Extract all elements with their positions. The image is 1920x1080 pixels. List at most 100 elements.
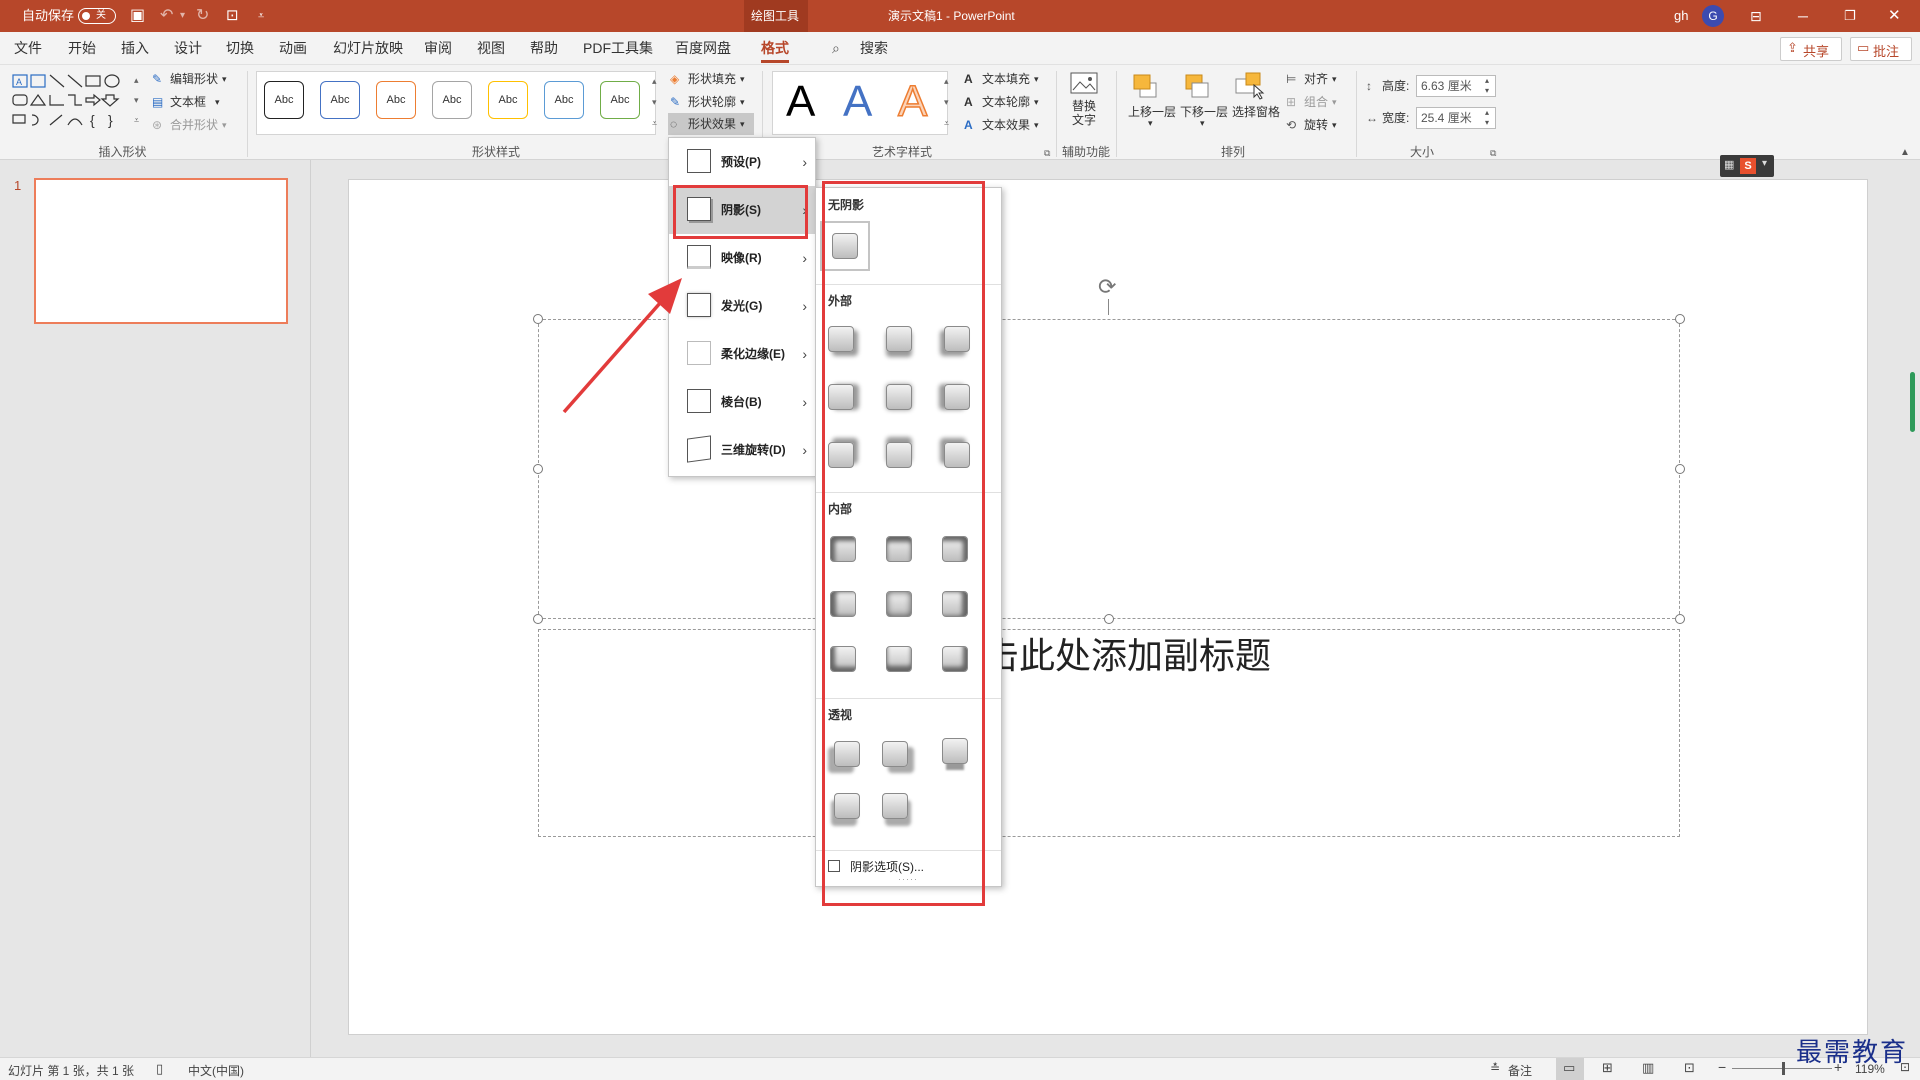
close-icon[interactable]: ✕ xyxy=(1888,0,1901,32)
tab-review[interactable]: 审阅 xyxy=(424,32,452,65)
rotate-button[interactable]: 旋转 xyxy=(1304,115,1328,135)
zoom-slider-thumb[interactable] xyxy=(1782,1062,1785,1075)
tab-home[interactable]: 开始 xyxy=(68,32,96,65)
resize-handle[interactable] xyxy=(1675,314,1685,324)
minimize-icon[interactable]: ─ xyxy=(1798,0,1808,32)
send-backward-button[interactable]: 下移一层 ▾ xyxy=(1180,71,1230,141)
menu-item-soft-edges[interactable]: 柔化边缘(E) › xyxy=(669,330,815,378)
tab-slideshow[interactable]: 幻灯片放映 xyxy=(333,32,403,65)
search-box[interactable]: 搜索 xyxy=(860,32,888,65)
tab-baidu-netdisk[interactable]: 百度网盘 xyxy=(675,32,731,65)
style-preset-gray[interactable]: Abc xyxy=(432,81,472,119)
tab-help[interactable]: 帮助 xyxy=(530,32,558,65)
menu-item-bevel[interactable]: 棱台(B) › xyxy=(669,378,815,426)
group-button[interactable]: 组合 xyxy=(1304,92,1328,112)
resize-handle[interactable] xyxy=(533,464,543,474)
height-field[interactable]: 6.63 厘米 ▴ ▾ xyxy=(1416,75,1496,97)
edit-shape-button[interactable]: 编辑形状 xyxy=(170,69,218,89)
merge-shapes-button[interactable]: 合并形状 xyxy=(170,115,218,135)
text-effects-button[interactable]: 文本效果 xyxy=(982,115,1030,135)
undo-dropdown-icon[interactable]: ▾ xyxy=(180,0,185,32)
shape-effects-button[interactable]: ◌ 形状效果 ▾ xyxy=(668,113,754,135)
restore-icon[interactable]: ❐ xyxy=(1844,0,1856,32)
resize-handle[interactable] xyxy=(533,314,543,324)
text-outline-button[interactable]: 文本轮廓 xyxy=(982,92,1030,112)
selection-pane-button[interactable]: 选择窗格 xyxy=(1232,71,1282,141)
slide-sorter-icon[interactable]: ⊞ xyxy=(1602,1060,1613,1076)
style-preset-blue[interactable]: Abc xyxy=(320,81,360,119)
shape-outline-button[interactable]: 形状轮廓 xyxy=(688,92,736,112)
wordart-scroll-icon[interactable]: ▴ ▾ ⩡ xyxy=(944,71,949,128)
menu-item-3d-rotation[interactable]: 三维旋转(D) › xyxy=(669,426,815,474)
tab-insert[interactable]: 插入 xyxy=(121,32,149,65)
menu-item-preset[interactable]: 预设(P) › xyxy=(669,138,815,186)
style-preset-green[interactable]: Abc xyxy=(600,81,640,119)
align-button[interactable]: 对齐 xyxy=(1304,69,1328,89)
style-gallery-scroll-icon[interactable]: ▴ ▾ ⩡ xyxy=(652,71,657,128)
search-icon[interactable]: ⌕ xyxy=(832,32,840,65)
height-spinner-icon[interactable]: ▴ ▾ xyxy=(1485,76,1489,96)
chevron-down-icon[interactable]: ▾ xyxy=(1034,92,1039,112)
redo-icon[interactable]: ↻ xyxy=(196,0,209,32)
save-icon[interactable]: ▣ xyxy=(130,0,145,32)
comments-button[interactable]: ▭ 批注 xyxy=(1850,37,1912,61)
wordart-blue[interactable]: A xyxy=(843,77,872,127)
spellcheck-icon[interactable]: ▯ xyxy=(156,1061,163,1077)
chevron-down-icon[interactable]: ▾ xyxy=(222,115,227,135)
slide-thumbnail[interactable] xyxy=(34,178,288,324)
share-button[interactable]: ⇪ 共享 xyxy=(1780,37,1842,61)
subtitle-placeholder[interactable]: 单击此处添加副标题 xyxy=(538,629,1680,837)
chevron-down-icon[interactable]: ▾ xyxy=(222,69,227,89)
chevron-down-icon[interactable]: ▾ xyxy=(215,92,220,112)
shape-fill-button[interactable]: 形状填充 xyxy=(688,69,736,89)
collapse-ribbon-icon[interactable]: ▲ xyxy=(1900,143,1910,163)
ime-toolbar[interactable]: ▦ S ▾ xyxy=(1720,155,1774,177)
tab-transitions[interactable]: 切换 xyxy=(226,32,254,65)
gallery-scroll-icon[interactable]: ▴ ▾ ⩡ xyxy=(134,70,139,125)
tab-animations[interactable]: 动画 xyxy=(279,32,307,65)
dialog-launcher-icon[interactable]: ⧉ xyxy=(1044,143,1050,163)
style-preset-lightblue[interactable]: Abc xyxy=(544,81,584,119)
autosave-toggle[interactable]: 关 xyxy=(78,8,116,24)
wordart-black[interactable]: A xyxy=(786,77,815,127)
undo-icon[interactable]: ↶ xyxy=(160,0,173,32)
tab-view[interactable]: 视图 xyxy=(477,32,505,65)
style-preset-orange[interactable]: Abc xyxy=(376,81,416,119)
slideshow-view-icon[interactable]: ⊡ xyxy=(1684,1060,1695,1076)
language-indicator[interactable]: 中文(中国) xyxy=(188,1062,244,1079)
menu-item-reflection[interactable]: 映像(R) › xyxy=(669,234,815,282)
reading-view-icon[interactable]: ▥ xyxy=(1642,1060,1654,1076)
resize-handle[interactable] xyxy=(1675,614,1685,624)
chevron-down-icon[interactable]: ▾ xyxy=(740,92,745,112)
tab-file[interactable]: 文件 xyxy=(14,32,42,65)
text-fill-button[interactable]: 文本填充 xyxy=(982,69,1030,89)
shape-gallery[interactable]: A {} xyxy=(10,71,142,133)
alt-text-button[interactable]: 替换文字 xyxy=(1068,71,1104,137)
style-preset-black[interactable]: Abc xyxy=(264,81,304,119)
resize-handle[interactable] xyxy=(533,614,543,624)
bring-forward-button[interactable]: 上移一层 ▾ xyxy=(1128,71,1178,141)
present-icon[interactable]: ⊡ xyxy=(226,0,239,32)
width-spinner-icon[interactable]: ▴ ▾ xyxy=(1485,108,1489,128)
chevron-down-icon[interactable]: ▾ xyxy=(1034,69,1039,89)
menu-item-glow[interactable]: 发光(G) › xyxy=(669,282,815,330)
zoom-out-icon[interactable]: − xyxy=(1718,1059,1726,1075)
tab-pdf-tools[interactable]: PDF工具集 xyxy=(583,32,653,65)
tab-design[interactable]: 设计 xyxy=(174,32,202,65)
vertical-scrollbar-thumb[interactable] xyxy=(1910,372,1915,432)
chevron-down-icon[interactable]: ▾ xyxy=(1332,92,1337,112)
rotate-handle-icon[interactable]: ⟳ xyxy=(1098,274,1116,300)
avatar[interactable]: G xyxy=(1702,5,1724,27)
style-preset-gold[interactable]: Abc xyxy=(488,81,528,119)
ribbon-display-icon[interactable]: ⊟ xyxy=(1750,0,1762,32)
text-box-button[interactable]: 文本框 xyxy=(170,92,206,112)
dialog-launcher-icon[interactable]: ⧉ xyxy=(1490,143,1496,163)
chevron-down-icon[interactable]: ▾ xyxy=(740,69,745,89)
wordart-orange[interactable]: A xyxy=(897,76,928,127)
resize-handle[interactable] xyxy=(1104,614,1114,624)
width-field[interactable]: 25.4 厘米 ▴ ▾ xyxy=(1416,107,1496,129)
resize-handle[interactable] xyxy=(1675,464,1685,474)
chevron-down-icon[interactable]: ▾ xyxy=(1332,69,1337,89)
notes-button[interactable]: 备注 xyxy=(1508,1062,1532,1079)
chevron-down-icon[interactable]: ▾ xyxy=(1332,115,1337,135)
